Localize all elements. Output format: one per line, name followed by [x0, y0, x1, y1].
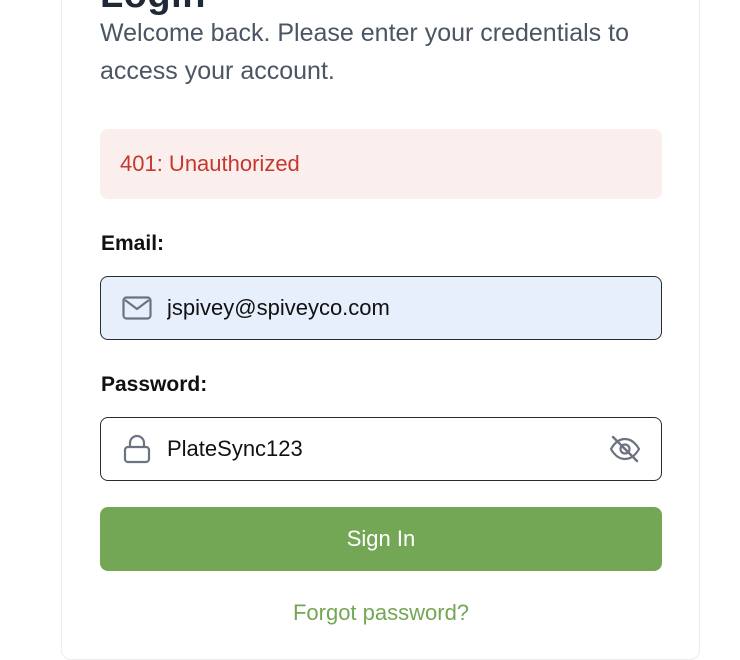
- password-input[interactable]: [167, 418, 607, 480]
- error-alert: 401: Unauthorized: [100, 129, 662, 199]
- email-label: Email:: [101, 232, 165, 255]
- email-field[interactable]: [100, 276, 662, 340]
- error-message: 401: Unauthorized: [120, 151, 300, 176]
- mail-icon: [121, 292, 153, 324]
- page-subtitle: Welcome back. Please enter your credenti…: [100, 19, 629, 85]
- email-input[interactable]: [167, 277, 661, 339]
- password-field[interactable]: [100, 417, 662, 481]
- eye-off-icon[interactable]: [607, 431, 643, 467]
- sign-in-button[interactable]: Sign In: [100, 507, 662, 571]
- lock-icon: [121, 433, 153, 465]
- password-label: Password:: [101, 373, 208, 396]
- forgot-password-link[interactable]: Forgot password?: [0, 600, 740, 626]
